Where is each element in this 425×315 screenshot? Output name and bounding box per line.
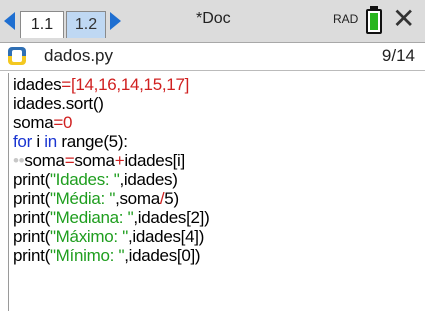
code-editor[interactable]: idades=[14,16,14,15,17] idades.sort() so… — [8, 73, 419, 311]
code-line[interactable]: print("Idades: ",idades) — [13, 170, 178, 189]
code-line[interactable]: ••soma=soma+idades[i] — [13, 151, 185, 170]
code-line[interactable]: print("Máximo: ",idades[4]) — [13, 227, 204, 246]
document-title: *Doc — [196, 10, 231, 27]
left-arrow-icon[interactable] — [4, 12, 15, 30]
top-bar: 1.1 1.2 *Doc RAD ✕ — [0, 0, 425, 43]
code-line[interactable]: print("Mediana: ",idades[2]) — [13, 208, 210, 227]
close-icon[interactable]: ✕ — [392, 3, 415, 35]
code-line[interactable]: for i in range(5): — [13, 132, 128, 151]
python-file-icon — [8, 47, 26, 65]
code-line[interactable]: idades=[14,16,14,15,17] — [13, 75, 189, 94]
indent-marker: •• — [13, 151, 25, 170]
code-line[interactable]: print("Mínimo: ",idades[0]) — [13, 246, 201, 265]
file-name: dados.py — [44, 46, 113, 65]
page-counter: 9/14 — [381, 46, 415, 65]
code-line[interactable]: idades.sort() — [13, 94, 104, 113]
code-line[interactable]: soma=0 — [13, 113, 72, 132]
tab-1-1[interactable]: 1.1 — [20, 11, 64, 38]
battery-icon — [366, 9, 382, 34]
angle-mode-indicator: RAD — [333, 12, 359, 26]
file-header: dados.py 9/14 — [0, 43, 425, 71]
code-line[interactable]: print("Média: ",soma/5) — [13, 189, 179, 208]
right-arrow-icon[interactable] — [110, 12, 121, 30]
tab-1-2[interactable]: 1.2 — [66, 11, 106, 38]
